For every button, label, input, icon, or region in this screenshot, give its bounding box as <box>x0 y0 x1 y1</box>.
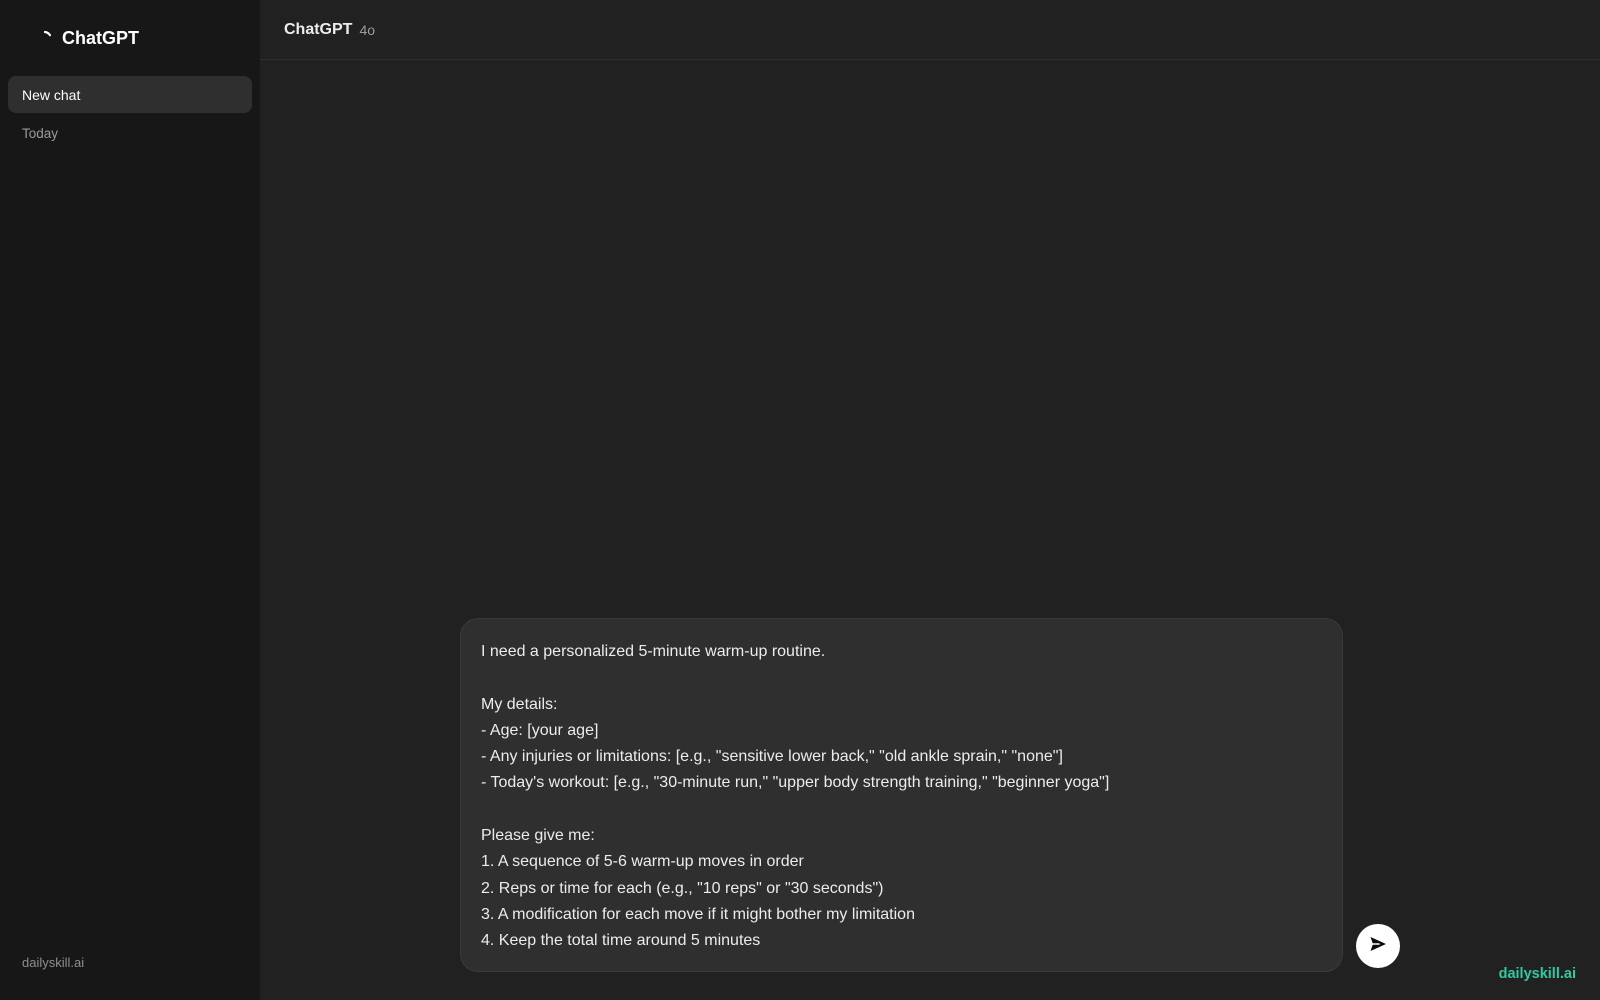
model-selector[interactable]: ChatGPT <box>284 21 352 39</box>
new-chat-button[interactable]: New chat <box>8 76 252 113</box>
watermark: dailyskill.ai <box>1498 966 1576 982</box>
topbar: ChatGPT 4o <box>260 0 1600 60</box>
history-section-today: Today <box>22 126 59 141</box>
model-version: 4o <box>359 21 376 38</box>
sidebar: ChatGPT New chat Today dailyskill.ai <box>0 0 260 1000</box>
send-button[interactable] <box>1356 924 1400 968</box>
send-icon <box>1368 934 1388 959</box>
brand-name: ChatGPT <box>62 28 140 48</box>
brand[interactable]: ChatGPT <box>36 28 139 49</box>
main-panel: ChatGPT 4o I need a personalized 5-minut… <box>260 0 1600 1000</box>
message-composer[interactable]: I need a personalized 5-minute warm-up r… <box>460 618 1343 972</box>
new-chat-label: New chat <box>22 86 81 103</box>
spinner-icon <box>36 30 54 48</box>
app-window: ChatGPT New chat Today dailyskill.ai Cha… <box>0 0 1600 1000</box>
message-input[interactable]: I need a personalized 5-minute warm-up r… <box>481 639 1322 955</box>
sidebar-footer-text: dailyskill.ai <box>22 955 85 970</box>
